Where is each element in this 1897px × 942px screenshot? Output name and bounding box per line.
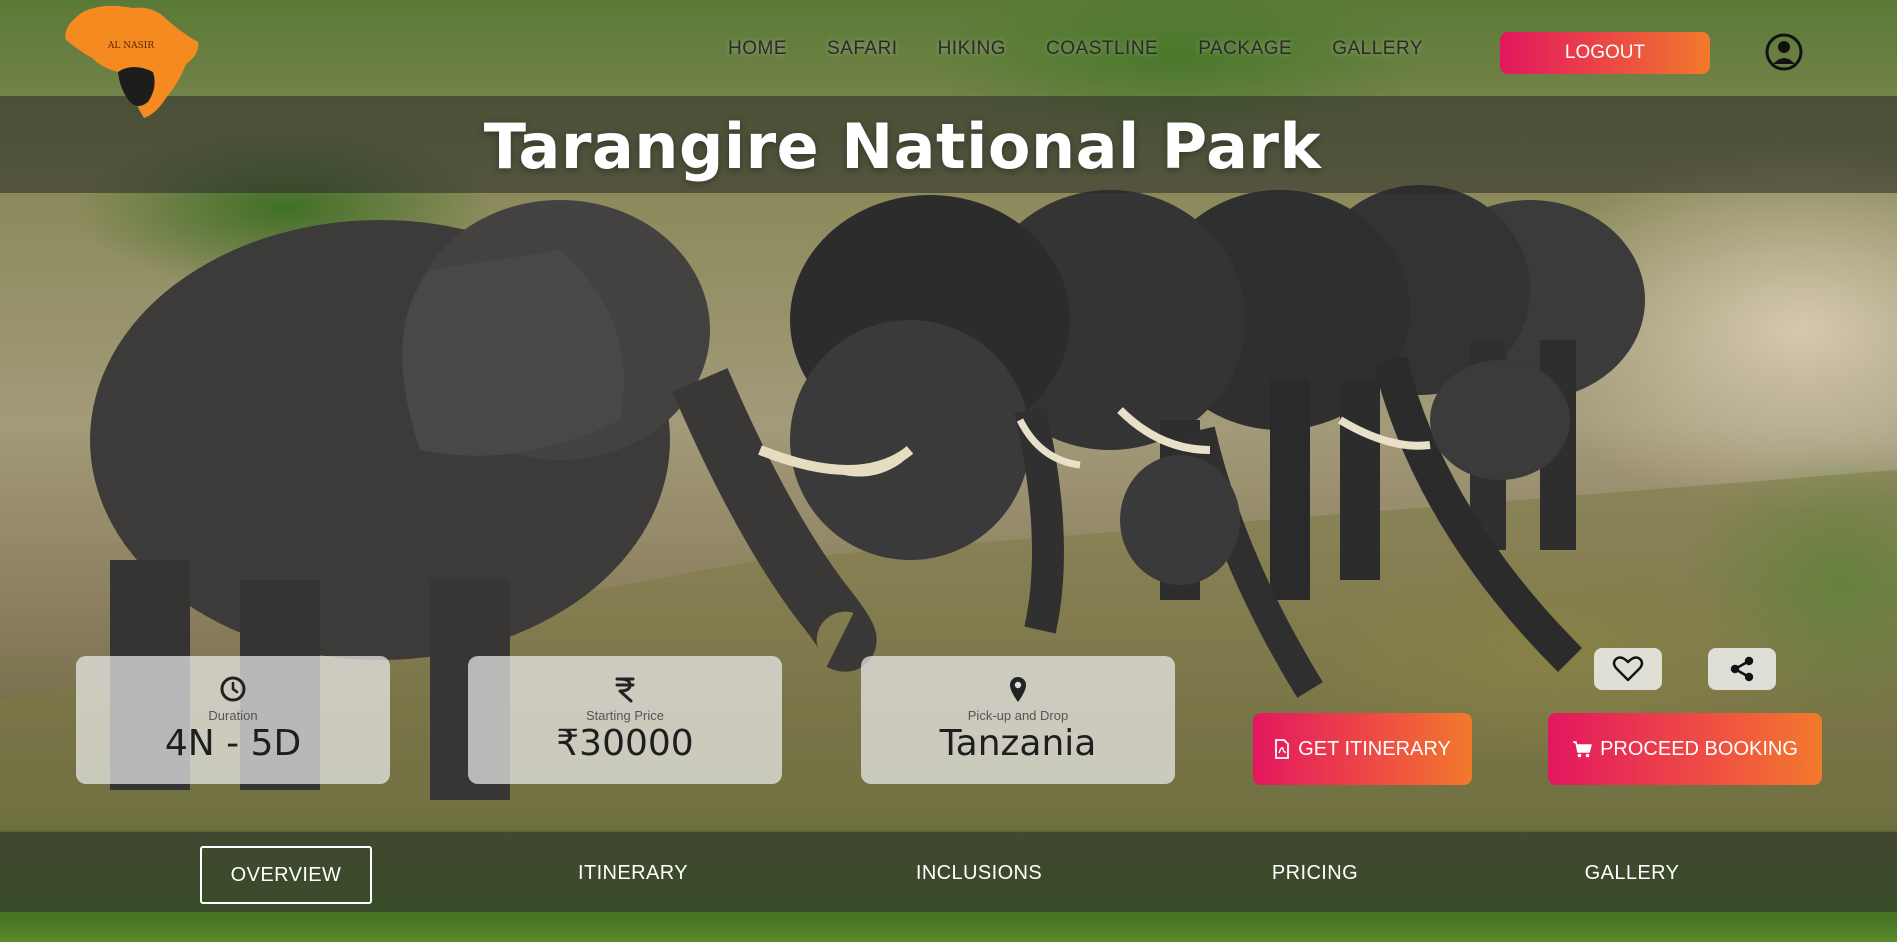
price-card: Starting Price ₹30000 [468, 656, 782, 784]
proceed-booking-button[interactable]: PROCEED BOOKING [1548, 713, 1822, 785]
nav-safari[interactable]: SAFARI [827, 38, 898, 60]
proceed-booking-label: PROCEED BOOKING [1600, 737, 1798, 760]
tab-gallery[interactable]: GALLERY [1570, 846, 1694, 900]
nav-home[interactable]: HOME [728, 38, 787, 60]
get-itinerary-label: GET ITINERARY [1298, 737, 1451, 760]
price-label: Starting Price [585, 708, 665, 723]
title-band: Tarangire National Park [0, 96, 1897, 193]
nav-package[interactable]: PACKAGE [1198, 38, 1292, 60]
nav-gallery[interactable]: GALLERY [1332, 38, 1423, 60]
heart-icon [1612, 656, 1644, 682]
get-itinerary-button[interactable]: GET ITINERARY [1253, 713, 1472, 785]
user-circle-icon[interactable] [1765, 33, 1803, 71]
rupee-icon [614, 674, 636, 704]
share-button[interactable] [1708, 648, 1776, 690]
top-navigation: AL NASIR HOME SAFARI HIKING COASTLINE PA… [0, 0, 1897, 118]
nav-coastline[interactable]: COASTLINE [1046, 38, 1158, 60]
duration-value: 4N - 5D [164, 723, 302, 764]
logout-button[interactable]: LOGOUT [1500, 32, 1710, 74]
nav-hiking[interactable]: HIKING [938, 38, 1006, 60]
nav-links: HOME SAFARI HIKING COASTLINE PACKAGE GAL… [728, 38, 1463, 60]
africa-map-logo-icon[interactable]: AL NASIR [58, 2, 203, 120]
duration-label: Duration [208, 708, 258, 723]
tab-inclusions[interactable]: INCLUSIONS [905, 846, 1053, 900]
share-icon [1730, 656, 1754, 682]
logo-text: AL NASIR [107, 41, 154, 51]
pdf-file-icon [1275, 739, 1290, 759]
shopping-cart-icon [1573, 741, 1592, 758]
favorite-button[interactable] [1594, 648, 1662, 690]
pickup-label: Pick-up and Drop [967, 708, 1069, 723]
duration-card: Duration 4N - 5D [76, 656, 390, 784]
clock-icon [219, 674, 247, 704]
page-title: Tarangire National Park [483, 110, 1322, 183]
section-tabs: OVERVIEW ITINERARY INCLUSIONS PRICING GA… [0, 832, 1897, 912]
pickup-card: Pick-up and Drop Tanzania [861, 656, 1175, 784]
tab-itinerary[interactable]: ITINERARY [560, 846, 706, 900]
pickup-value: Tanzania [939, 723, 1097, 764]
map-pin-icon [1008, 674, 1028, 704]
price-value: ₹30000 [556, 723, 694, 764]
tab-overview[interactable]: OVERVIEW [200, 846, 372, 904]
tab-pricing[interactable]: PRICING [1250, 846, 1380, 900]
